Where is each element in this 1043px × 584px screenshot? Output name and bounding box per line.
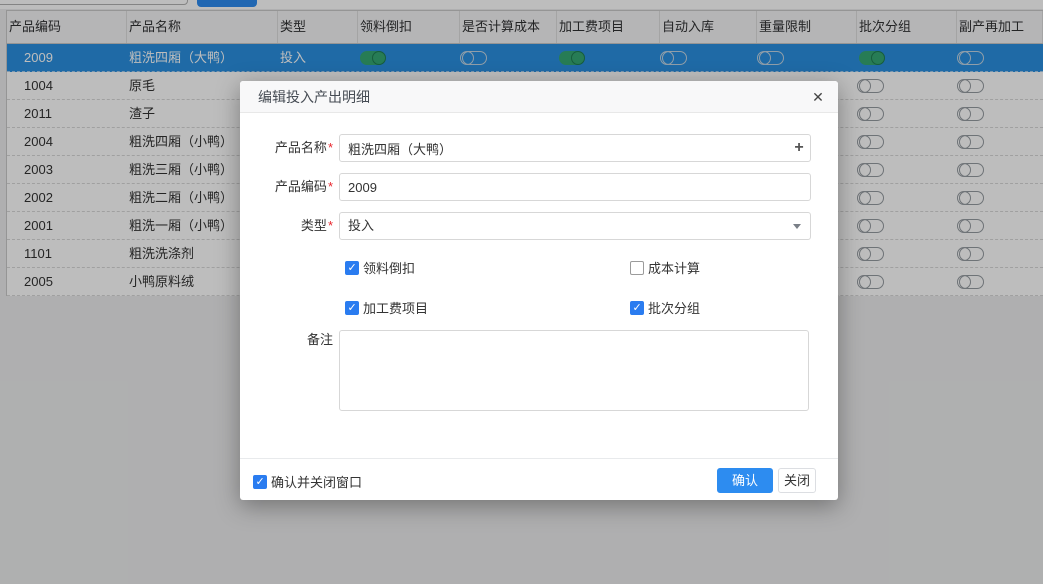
product-name-input[interactable] — [339, 134, 811, 162]
product-code-input[interactable] — [339, 173, 811, 201]
remark-textarea[interactable] — [339, 330, 809, 411]
plus-icon[interactable]: + — [791, 134, 807, 162]
checkbox-label: 批次分组 — [648, 301, 700, 316]
close-button[interactable]: 关闭 — [778, 468, 816, 493]
required-asterisk: * — [328, 218, 333, 233]
checkbox-icon[interactable] — [630, 261, 644, 275]
product-code-label: 产品编码* — [240, 173, 333, 201]
required-asterisk: * — [328, 140, 333, 155]
dialog-footer: 确认并关闭窗口 确认 关闭 — [240, 458, 838, 500]
confirm-and-close-option[interactable]: 确认并关闭窗口 — [253, 472, 362, 491]
checkbox-label: 成本计算 — [648, 261, 700, 276]
checkbox-icon[interactable] — [253, 475, 267, 489]
checkbox-processing-fee[interactable]: 加工费项目 — [345, 298, 428, 317]
close-icon[interactable]: ✕ — [809, 88, 827, 106]
checkbox-batch-group[interactable]: 批次分组 — [630, 298, 700, 317]
checkbox-icon[interactable] — [345, 261, 359, 275]
dialog-header: 编辑投入产出明细 ✕ — [240, 81, 838, 113]
confirm-and-close-label: 确认并关闭窗口 — [271, 475, 362, 490]
checkbox-label: 领料倒扣 — [363, 261, 415, 276]
checkbox-material-deduction[interactable]: 领料倒扣 — [345, 258, 415, 277]
type-select[interactable]: 投入 — [339, 212, 811, 240]
chevron-down-icon — [793, 224, 801, 229]
confirm-button[interactable]: 确认 — [717, 468, 773, 493]
edit-input-output-dialog: 编辑投入产出明细 ✕ 产品名称* + 产品编码* 类型* 投入 领料倒扣 成本计… — [240, 81, 838, 500]
product-name-label: 产品名称* — [240, 134, 333, 162]
checkbox-icon[interactable] — [630, 301, 644, 315]
checkbox-icon[interactable] — [345, 301, 359, 315]
checkbox-label: 加工费项目 — [363, 301, 428, 316]
type-select-value: 投入 — [348, 218, 374, 233]
required-asterisk: * — [328, 179, 333, 194]
checkbox-cost-calc[interactable]: 成本计算 — [630, 258, 700, 277]
remark-label: 备注 — [240, 330, 333, 350]
dialog-title: 编辑投入产出明细 — [258, 81, 370, 113]
type-label: 类型* — [240, 212, 333, 240]
